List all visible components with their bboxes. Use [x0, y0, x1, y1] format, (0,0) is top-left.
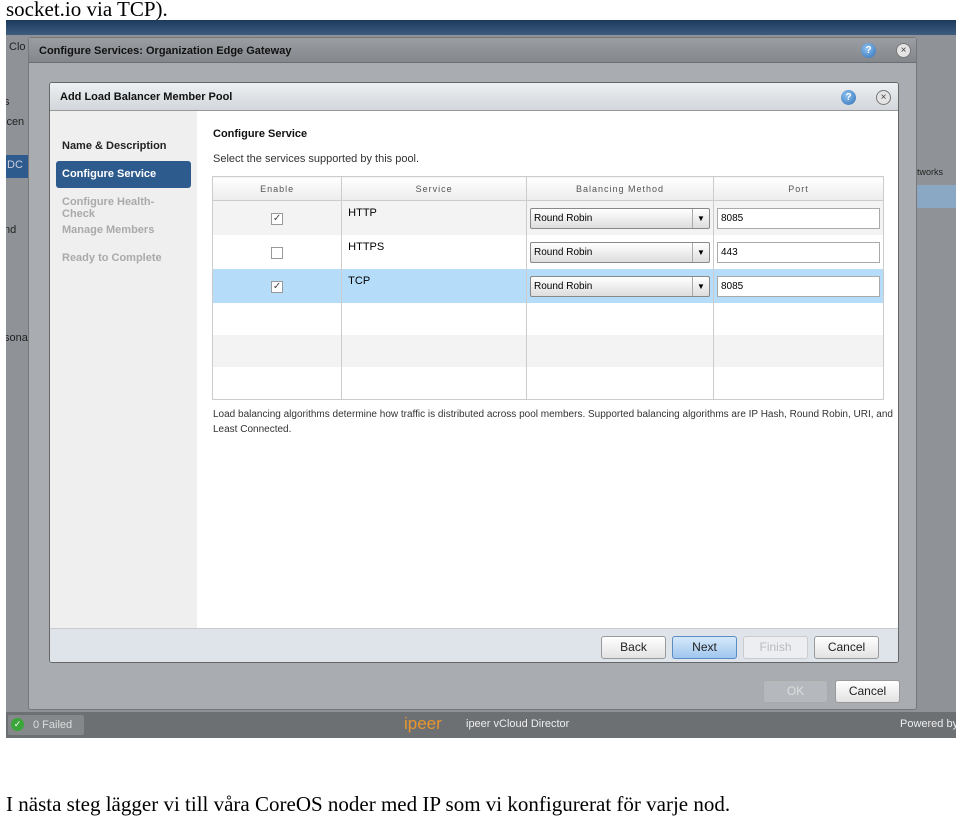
finish-button: Finish [743, 636, 808, 659]
services-table: Enable Service Balancing Method Port ✓ H… [211, 176, 884, 400]
article-top-text: socket.io via TCP). [6, 0, 168, 21]
outer-cancel-button[interactable]: Cancel [835, 680, 900, 703]
outer-dialog-title: Configure Services: Organization Edge Ga… [29, 38, 916, 63]
balancing-method-select[interactable]: Round Robin ▼ [529, 208, 710, 229]
top-bar [6, 20, 956, 35]
bg-text: s [6, 96, 10, 108]
help-icon[interactable]: ? [841, 90, 856, 105]
bg-text: Clo [9, 41, 26, 53]
select-value: Round Robin [533, 247, 593, 258]
status-bar: ✓ 0 Failed ipeer ipeer vCloud Director P… [6, 712, 956, 738]
service-name: HTTP [341, 200, 527, 235]
back-button[interactable]: Back [601, 636, 666, 659]
chevron-down-icon: ▼ [691, 243, 709, 262]
brand-logo: ipeer [404, 714, 442, 733]
chevron-down-icon: ▼ [691, 209, 709, 228]
col-enable: Enable [211, 176, 343, 201]
nav-configure-service[interactable]: Configure Service [56, 161, 191, 188]
service-name: HTTPS [341, 235, 527, 269]
content: Configure Service Select the services su… [197, 111, 898, 628]
bg-text: icen [6, 116, 25, 128]
balancing-method-select[interactable]: Round Robin ▼ [529, 276, 710, 297]
inner-dialog: Add Load Balancer Member Pool ? × Name &… [49, 82, 899, 663]
bg-text: nd [6, 224, 17, 236]
nav-name-description[interactable]: Name & Description [56, 133, 191, 160]
screenshot: Clo s icen DC nd sona tworks Configure S… [6, 20, 956, 738]
empty-row [211, 303, 884, 335]
bg-selected-item: DC [6, 155, 28, 178]
chevron-down-icon: ▼ [691, 277, 709, 296]
section-subtitle: Select the services supported by this po… [213, 153, 420, 165]
empty-row [211, 367, 884, 399]
table-row[interactable]: ✓ TCP Round Robin ▼ [211, 269, 884, 303]
check-icon: ✓ [11, 718, 24, 731]
close-icon[interactable]: × [896, 43, 911, 58]
table-row[interactable]: ✓ HTTP Round Robin ▼ [211, 200, 884, 235]
bg-selected-row [917, 185, 956, 208]
section-heading: Configure Service [213, 128, 308, 140]
table-row[interactable]: HTTPS Round Robin ▼ [211, 235, 884, 269]
enable-checkbox[interactable]: ✓ [271, 213, 284, 225]
inner-dialog-title: Add Load Balancer Member Pool [50, 83, 898, 111]
article-bottom-text: I nästa steg lägger vi till våra CoreOS … [6, 792, 731, 816]
bg-text: sona [6, 332, 28, 344]
empty-row [211, 335, 884, 367]
select-value: Round Robin [533, 281, 593, 292]
next-button[interactable]: Next [672, 636, 737, 659]
ok-button: OK [763, 680, 828, 703]
port-input[interactable] [717, 208, 880, 229]
col-balancing-method: Balancing Method [525, 176, 715, 201]
enable-checkbox[interactable]: ✓ [271, 281, 284, 293]
help-icon[interactable]: ? [861, 43, 876, 58]
product-name: ipeer vCloud Director [466, 718, 570, 730]
port-input[interactable] [717, 242, 880, 263]
failed-badge[interactable]: ✓ 0 Failed [8, 715, 84, 735]
cancel-button[interactable]: Cancel [814, 636, 879, 659]
failed-count: 0 Failed [33, 719, 73, 731]
select-value: Round Robin [533, 213, 593, 224]
nav-manage-members: Manage Members [62, 224, 155, 236]
balancing-note: Load balancing algorithms determine how … [213, 409, 893, 435]
enable-checkbox[interactable] [271, 247, 284, 259]
col-service: Service [341, 176, 527, 201]
col-port: Port [713, 176, 884, 201]
port-input[interactable] [717, 276, 880, 297]
service-name: TCP [341, 269, 527, 303]
powered-by: Powered by [900, 718, 956, 730]
bg-text: tworks [917, 167, 944, 177]
close-icon[interactable]: × [876, 90, 891, 105]
balancing-method-select[interactable]: Round Robin ▼ [529, 242, 710, 263]
wizard-nav: Name & Description Configure Service Con… [50, 111, 197, 628]
wizard-footer: Back Next Finish Cancel [50, 628, 898, 662]
nav-configure-health-check: Configure Health-Check [62, 196, 155, 220]
nav-ready-to-complete: Ready to Complete [62, 252, 162, 264]
outer-dialog: Configure Services: Organization Edge Ga… [28, 37, 917, 710]
